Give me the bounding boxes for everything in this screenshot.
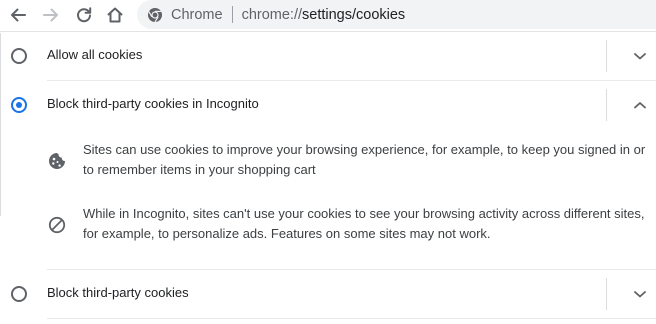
expand-button[interactable] xyxy=(628,46,652,66)
forward-arrow-icon xyxy=(43,8,58,22)
browser-toolbar: Chrome chrome:// settings/cookies xyxy=(0,0,656,32)
block-icon xyxy=(47,215,67,235)
chrome-logo-icon xyxy=(147,7,163,23)
option-block-third-party[interactable]: Block third-party cookies xyxy=(0,270,656,318)
detail-text-incognito: While in Incognito, sites can't use your… xyxy=(83,206,645,241)
radio-block-third-party[interactable] xyxy=(11,286,27,302)
expand-divider xyxy=(606,40,607,72)
address-bar[interactable]: Chrome chrome:// settings/cookies xyxy=(137,0,656,29)
reload-button[interactable] xyxy=(72,4,96,26)
option-allow-all-cookies[interactable]: Allow all cookies xyxy=(0,32,656,80)
option-label: Allow all cookies xyxy=(47,47,143,62)
collapse-button[interactable] xyxy=(628,95,652,115)
back-arrow-icon xyxy=(11,8,26,22)
detail-text-cookies: Sites can use cookies to improve your br… xyxy=(83,142,646,177)
option-label: Block third-party cookies xyxy=(47,285,189,300)
omnibox-separator xyxy=(231,6,233,23)
option-block-third-party-incognito[interactable]: Block third-party cookies in Incognito xyxy=(0,81,656,129)
option-label: Block third-party cookies in Incognito xyxy=(47,96,259,111)
expand-divider xyxy=(606,278,607,310)
expand-button[interactable] xyxy=(628,284,652,304)
chevron-down-icon xyxy=(634,291,646,298)
chevron-down-icon xyxy=(634,53,646,60)
chevron-up-icon xyxy=(634,102,646,109)
site-chip-label: Chrome xyxy=(171,6,223,23)
url-path: settings/cookies xyxy=(302,6,406,23)
reload-icon xyxy=(77,7,92,23)
row-separator xyxy=(47,318,656,319)
cookie-icon xyxy=(47,151,67,171)
expand-divider xyxy=(606,89,607,121)
radio-block-third-party-incognito[interactable] xyxy=(11,97,27,113)
radio-allow-all-cookies[interactable] xyxy=(11,48,27,64)
url-scheme: chrome:// xyxy=(241,6,303,23)
back-button[interactable] xyxy=(6,4,30,26)
home-button[interactable] xyxy=(103,4,127,26)
forward-button[interactable] xyxy=(39,4,63,26)
home-icon xyxy=(107,7,123,23)
